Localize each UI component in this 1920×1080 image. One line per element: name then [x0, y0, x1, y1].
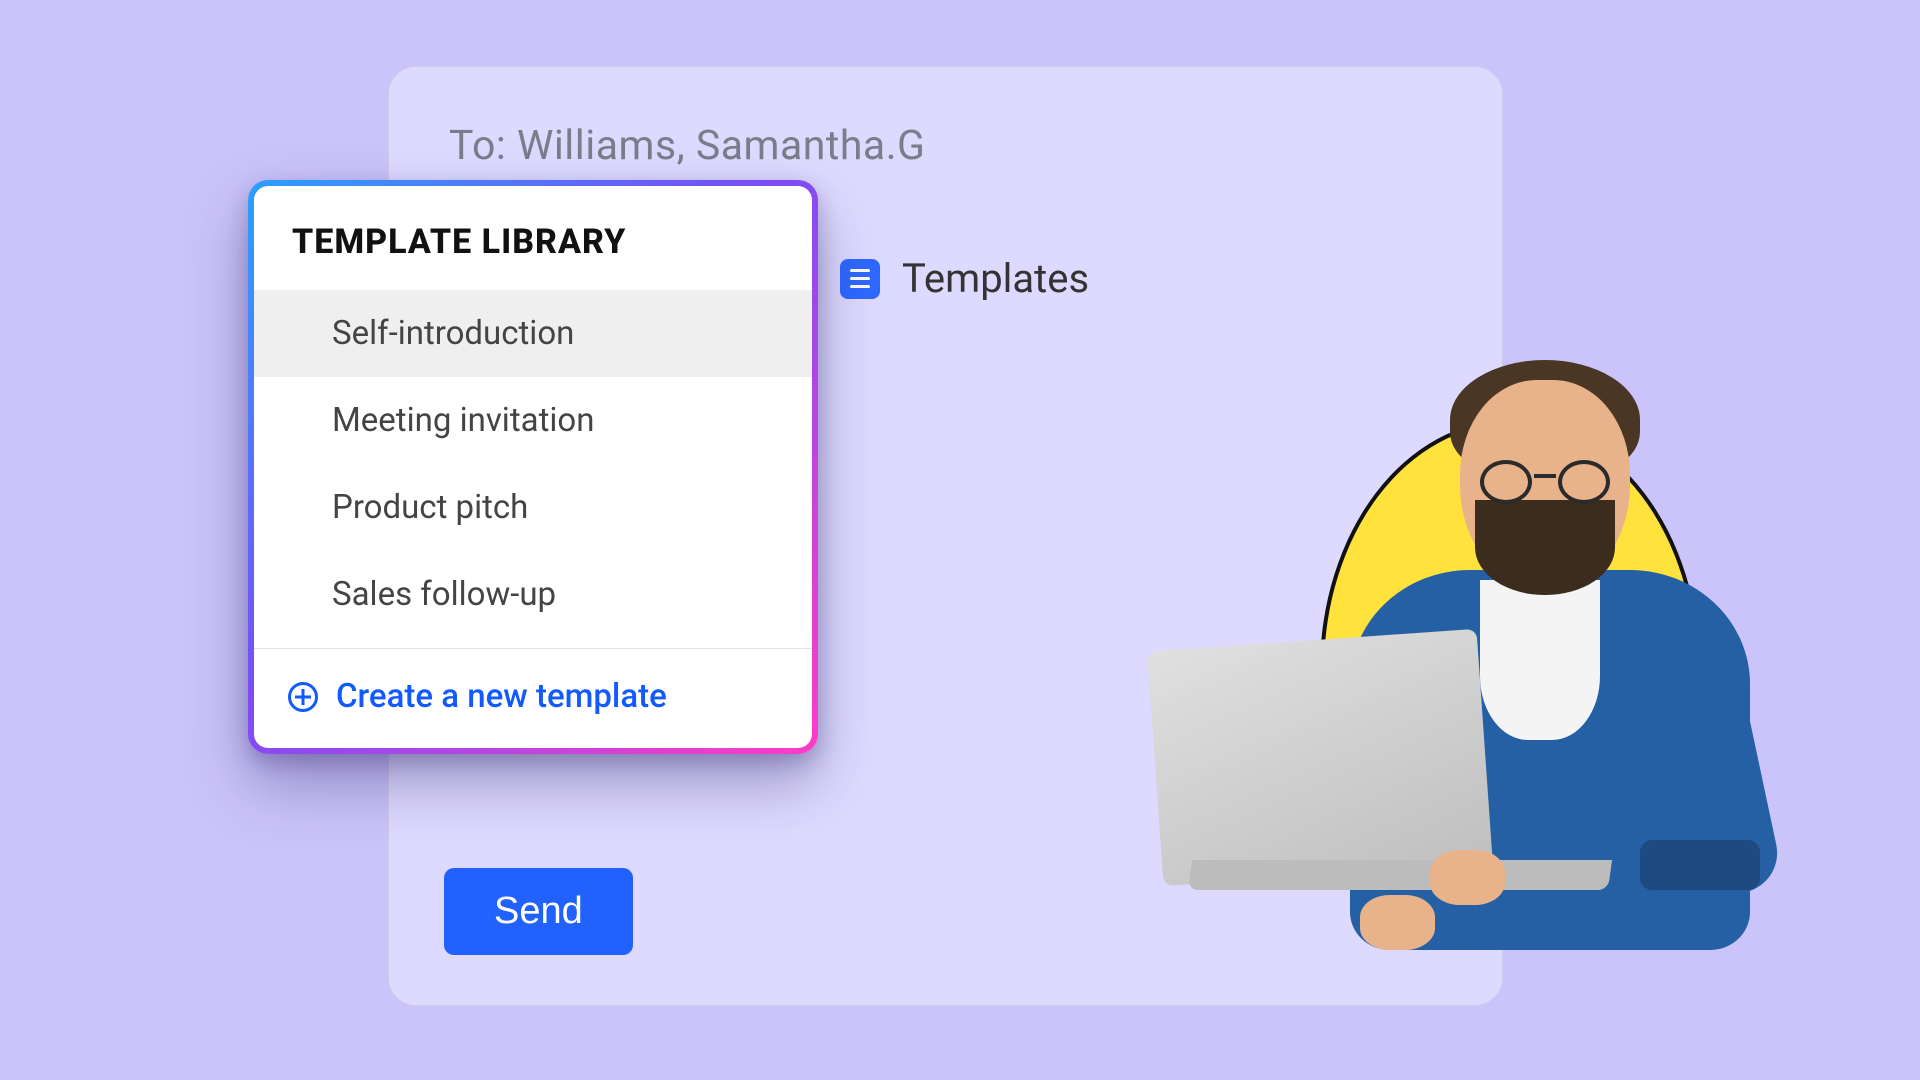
template-item-self-introduction[interactable]: Self-introduction — [254, 290, 812, 377]
template-list: Self-introduction Meeting invitation Pro… — [254, 290, 812, 638]
templates-button[interactable]: Templates — [840, 255, 1089, 302]
person-illustration — [1120, 340, 1740, 980]
create-new-template-button[interactable]: Create a new template — [254, 649, 812, 748]
template-library-popover: TEMPLATE LIBRARY Self-introduction Meeti… — [248, 180, 818, 754]
template-item-meeting-invitation[interactable]: Meeting invitation — [254, 377, 812, 464]
template-item-sales-follow-up[interactable]: Sales follow-up — [254, 551, 812, 638]
to-field[interactable]: To: Williams, Samantha.G — [449, 122, 1442, 170]
template-item-product-pitch[interactable]: Product pitch — [254, 464, 812, 551]
templates-icon — [840, 259, 880, 299]
template-library-title: TEMPLATE LIBRARY — [254, 186, 812, 290]
templates-label: Templates — [902, 255, 1089, 302]
create-new-template-label: Create a new template — [336, 677, 667, 716]
send-button[interactable]: Send — [444, 868, 633, 955]
plus-circle-icon — [288, 682, 318, 712]
